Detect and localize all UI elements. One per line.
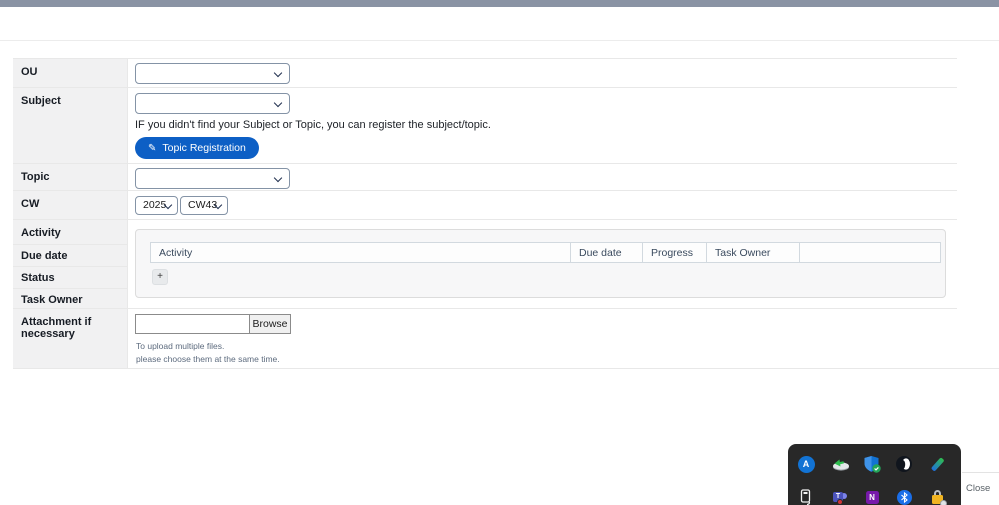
attachment-file-input[interactable] xyxy=(135,314,249,334)
column-header-progress: Progress xyxy=(642,242,706,263)
due-date-label: Due date xyxy=(21,250,68,262)
a-app-icon[interactable]: A xyxy=(794,452,818,476)
windows-security-icon[interactable] xyxy=(860,452,884,476)
ou-select[interactable] xyxy=(135,63,290,84)
onenote-glyph: N xyxy=(869,492,875,502)
column-header-task-owner: Task Owner xyxy=(706,242,799,263)
bluetooth-icon[interactable] xyxy=(892,485,916,505)
label-separator xyxy=(13,244,128,245)
column-header-actions xyxy=(799,242,941,263)
form-row-topic: Topic xyxy=(13,164,957,191)
chevron-down-icon xyxy=(273,173,283,183)
form-bottom-border xyxy=(13,368,999,369)
column-header-activity: Activity xyxy=(150,242,570,263)
task-form: OU Subject IF you didn't find your Subje… xyxy=(13,58,957,369)
close-button[interactable]: Close xyxy=(966,483,990,494)
cw-week-select[interactable]: CW43 xyxy=(180,196,228,215)
system-tray-flyout: A T N xyxy=(788,444,961,505)
upload-hint-line1: To upload multiple files. xyxy=(136,341,225,351)
form-row-cw: CW 2025 CW43 xyxy=(13,191,957,220)
form-row-ou: OU xyxy=(13,59,957,88)
onenote-icon[interactable]: N xyxy=(860,485,884,505)
header-divider xyxy=(0,40,999,41)
upload-hint-line2: please choose them at the same time. xyxy=(136,354,280,364)
topic-registration-label: Topic Registration xyxy=(162,142,246,154)
cw-year-select[interactable]: 2025 xyxy=(135,196,178,215)
browse-button[interactable]: Browse xyxy=(249,314,291,334)
topic-select[interactable] xyxy=(135,168,290,189)
ou-label: OU xyxy=(13,59,128,87)
close-area-divider xyxy=(962,472,999,473)
subject-hint-text: IF you didn't find your Subject or Topic… xyxy=(135,119,491,131)
topic-registration-button[interactable]: ✎ Topic Registration xyxy=(135,137,259,159)
teams-busy-dot xyxy=(837,498,843,505)
dark-round-app-icon[interactable] xyxy=(892,452,916,476)
window-top-bar xyxy=(0,0,999,7)
chevron-down-icon xyxy=(273,98,283,108)
column-header-due-date: Due date xyxy=(570,242,642,263)
topic-label: Topic xyxy=(13,164,128,190)
subject-label: Subject xyxy=(13,88,128,163)
screen: OU Subject IF you didn't find your Subje… xyxy=(0,0,999,505)
chevron-down-icon xyxy=(273,68,283,78)
activity-table-panel: Activity Due date Progress Task Owner + xyxy=(135,229,946,298)
microsoft-teams-icon[interactable]: T xyxy=(828,485,852,505)
attachment-label: Attachment if necessary xyxy=(13,309,128,368)
activity-label: Activity xyxy=(21,227,61,239)
add-activity-row-button[interactable]: + xyxy=(152,269,168,285)
activity-group-labels: Activity Due date Status Task Owner xyxy=(13,220,128,308)
diagonal-slash-app-icon[interactable] xyxy=(925,452,949,476)
eject-device-icon[interactable] xyxy=(828,452,852,476)
form-row-subject: Subject IF you didn't find your Subject … xyxy=(13,88,957,164)
form-row-activity-group: Activity Due date Status Task Owner Acti… xyxy=(13,220,957,309)
task-owner-label: Task Owner xyxy=(21,294,83,306)
label-separator xyxy=(13,266,128,267)
activity-table-header: Activity Due date Progress Task Owner xyxy=(150,242,941,263)
cw-label: CW xyxy=(13,191,128,219)
subject-select[interactable] xyxy=(135,93,290,114)
status-label: Status xyxy=(21,272,55,284)
label-separator xyxy=(13,288,128,289)
form-row-attachment: Attachment if necessary Browse To upload… xyxy=(13,309,957,369)
pencil-icon: ✎ xyxy=(148,142,157,154)
secure-lock-icon[interactable] xyxy=(925,485,949,505)
a-app-glyph: A xyxy=(802,459,810,469)
usb-device-icon[interactable] xyxy=(794,485,818,505)
